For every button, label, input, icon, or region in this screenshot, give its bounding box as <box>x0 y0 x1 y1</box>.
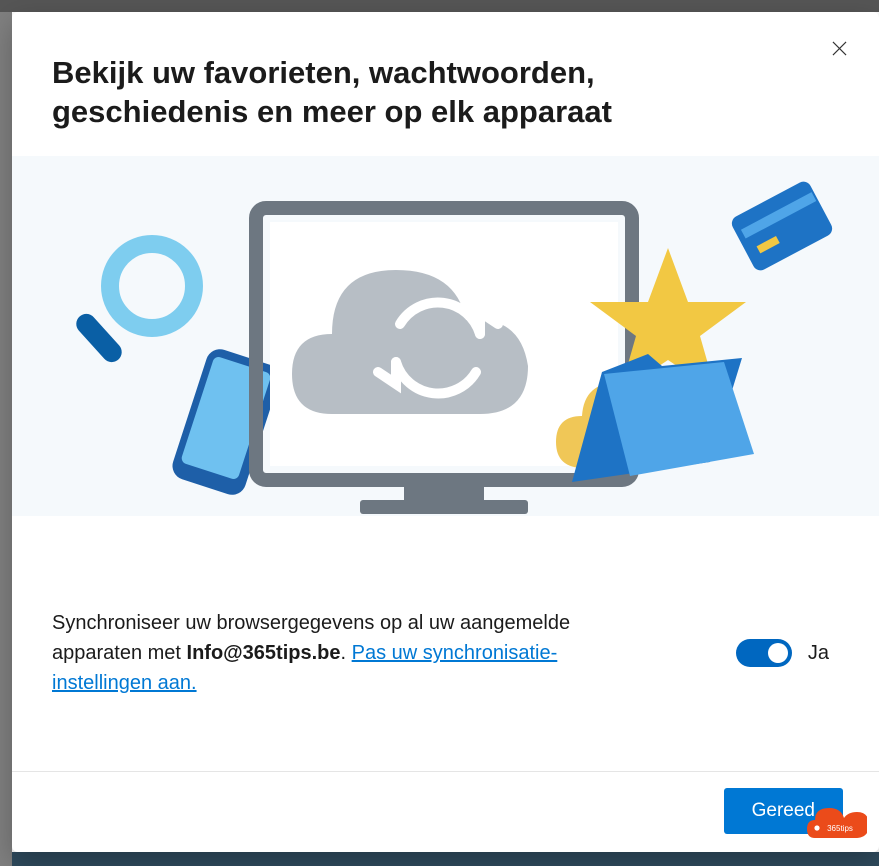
card-icon <box>729 178 835 272</box>
sync-toggle-label: Ja <box>808 642 829 665</box>
close-icon <box>832 41 847 56</box>
page-background-left <box>0 12 12 866</box>
tips-logo-badge: 365tips <box>807 808 867 846</box>
dialog-title: Bekijk uw favorieten, wachtwoorden, gesc… <box>52 54 799 132</box>
sync-dialog: Bekijk uw favorieten, wachtwoorden, gesc… <box>12 12 879 852</box>
sync-toggle-group: Ja <box>736 639 829 667</box>
toggle-knob <box>768 643 788 663</box>
close-button[interactable] <box>823 32 855 64</box>
sync-illustration <box>12 156 879 516</box>
sync-email: Info@365tips.be <box>187 642 341 664</box>
sync-description: Synchroniseer uw browsergegevens op al u… <box>52 608 612 698</box>
page-background-bottom <box>12 852 879 866</box>
sync-toggle[interactable] <box>736 639 792 667</box>
page-background-top <box>0 0 879 12</box>
logo-text: 365tips <box>827 824 853 833</box>
sync-text-separator: . <box>341 642 352 664</box>
dialog-footer: Gereed <box>12 771 879 852</box>
dialog-header: Bekijk uw favorieten, wachtwoorden, gesc… <box>12 12 879 156</box>
dialog-body: Synchroniseer uw browsergegevens op al u… <box>12 516 879 772</box>
magnifier-icon <box>110 244 194 328</box>
